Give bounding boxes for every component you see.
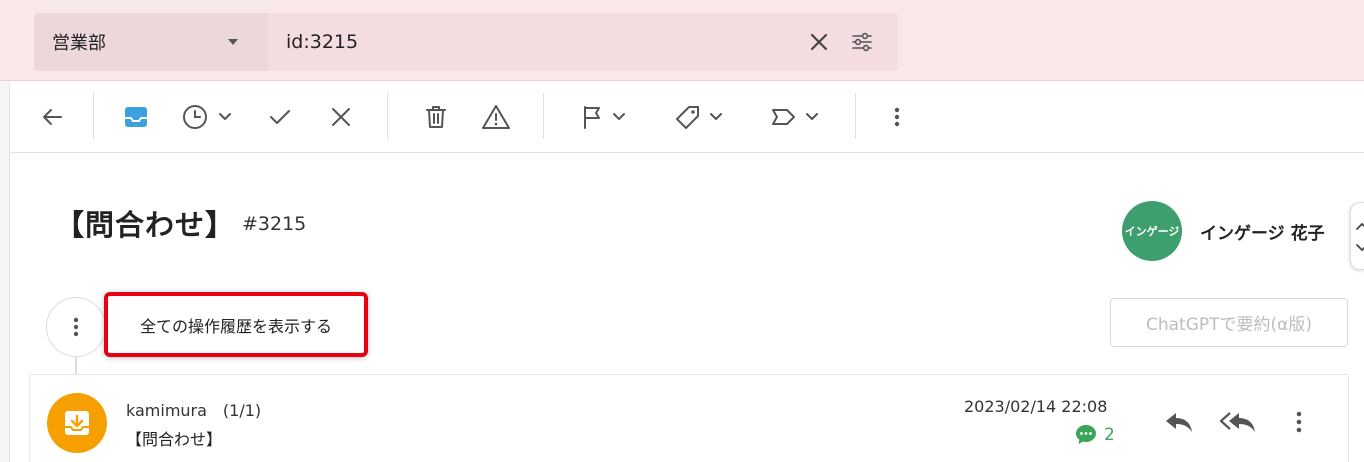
back-arrow-icon[interactable] [39,101,65,133]
flag-icon[interactable] [579,101,635,133]
department-value: 営業部 [52,33,106,54]
search-box: 営業部 id:3215 [34,13,898,71]
more-vertical-icon[interactable] [888,101,906,133]
search-bar: 営業部 id:3215 [0,0,1364,81]
ticket-title: 【問合わせ】 [55,208,236,242]
clear-search-icon[interactable] [806,29,832,55]
message-sender: kamimura (1/1) [126,401,262,420]
filter-settings-icon[interactable] [849,29,875,55]
timeline-line [75,355,77,375]
inbox-download-icon [47,393,107,453]
snooze-clock-icon[interactable] [181,101,237,133]
ticket-id: #3215 [242,213,307,235]
toolbar-divider [93,93,94,139]
assignee-avatar[interactable]: インゲージ [1122,201,1182,261]
caret-down-icon [228,39,238,45]
close-x-icon[interactable] [327,101,355,133]
show-all-history-button[interactable]: 全ての操作履歴を表示する [104,292,368,357]
tag-icon[interactable] [673,101,733,133]
comment-bubble-icon [1076,425,1096,444]
comment-count-value: 2 [1104,425,1115,445]
side-panel-toggle[interactable] [1350,202,1364,270]
assignee-name[interactable]: インゲージ 花子 [1200,219,1325,244]
message-more-icon[interactable] [1290,406,1308,438]
inbox-icon[interactable] [123,101,149,133]
department-select[interactable]: 営業部 [34,13,268,71]
message-date: 2023/02/14 22:08 [964,397,1108,416]
search-input[interactable]: id:3215 [286,13,358,71]
reply-icon[interactable] [1163,406,1195,438]
chatgpt-summary-button[interactable]: ChatGPTで要約(α版) [1110,298,1348,347]
toolbar-divider [543,93,544,139]
toolbar-divider [855,93,856,139]
message-subject: 【問合わせ】 [126,430,223,449]
warning-icon[interactable] [481,101,511,133]
message-toolbar [11,81,1364,153]
left-panel-edge [0,81,10,462]
trash-icon[interactable] [422,101,450,133]
history-more-button[interactable] [46,297,106,357]
toolbar-divider [387,93,388,139]
comment-count[interactable]: 2 [1074,423,1115,447]
label-icon[interactable] [769,101,829,133]
check-icon[interactable] [266,101,294,133]
reply-all-icon[interactable] [1219,406,1259,438]
